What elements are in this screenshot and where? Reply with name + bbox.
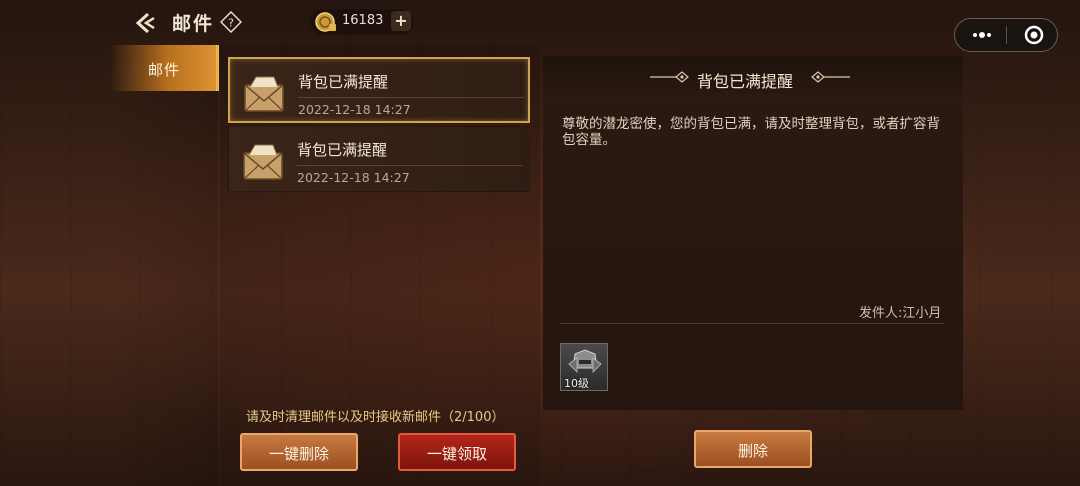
close-icon[interactable] <box>1022 23 1046 47</box>
mail-date: 2022-12-18 14:27 <box>298 102 411 117</box>
mail-list-item[interactable]: 背包已满提醒 2022-12-18 14:27 <box>228 126 530 192</box>
envelope-icon <box>243 144 283 180</box>
tab-mail-label: 邮件 <box>148 61 181 79</box>
mail-title: 背包已满提醒 <box>297 141 388 159</box>
delete-all-button[interactable]: 一键删除 <box>240 433 358 471</box>
mail-detail-body: 尊敬的潜龙密使，您的背包已满，请及时整理背包，或者扩容背包容量。 <box>562 116 940 148</box>
mail-detail-title: 背包已满提醒 <box>697 72 794 91</box>
mail-date: 2022-12-18 14:27 <box>297 170 410 185</box>
mail-divider <box>298 97 524 98</box>
attachment-level: 10级 <box>564 377 589 390</box>
envelope-icon <box>244 76 284 112</box>
add-currency-button[interactable]: + <box>391 11 411 31</box>
attachment-item[interactable]: 10级 <box>560 343 608 391</box>
capsule-divider <box>1006 26 1007 44</box>
mail-list-item[interactable]: 背包已满提醒 2022-12-18 14:27 <box>228 57 530 123</box>
page-title: 邮件 <box>172 13 215 35</box>
help-icon[interactable]: ? <box>220 11 242 33</box>
tab-column <box>110 45 218 486</box>
mail-sender: 发件人:江小月 <box>859 306 942 321</box>
mail-detail-divider <box>560 323 944 324</box>
claim-all-button[interactable]: 一键领取 <box>398 433 516 471</box>
ornament-left-icon <box>650 71 689 83</box>
more-icon[interactable] <box>966 22 996 48</box>
delete-button[interactable]: 删除 <box>694 430 812 468</box>
currency-value: 16183 <box>342 13 384 28</box>
back-arrow-icon[interactable] <box>132 9 160 37</box>
mail-capacity-notice: 请及时清理邮件以及时接收新邮件（2/100） <box>246 410 505 425</box>
coin-icon <box>315 12 336 32</box>
ornament-right-icon <box>811 71 850 83</box>
mail-title: 背包已满提醒 <box>298 73 389 91</box>
svg-text:?: ? <box>228 17 234 30</box>
mail-divider <box>297 165 523 166</box>
